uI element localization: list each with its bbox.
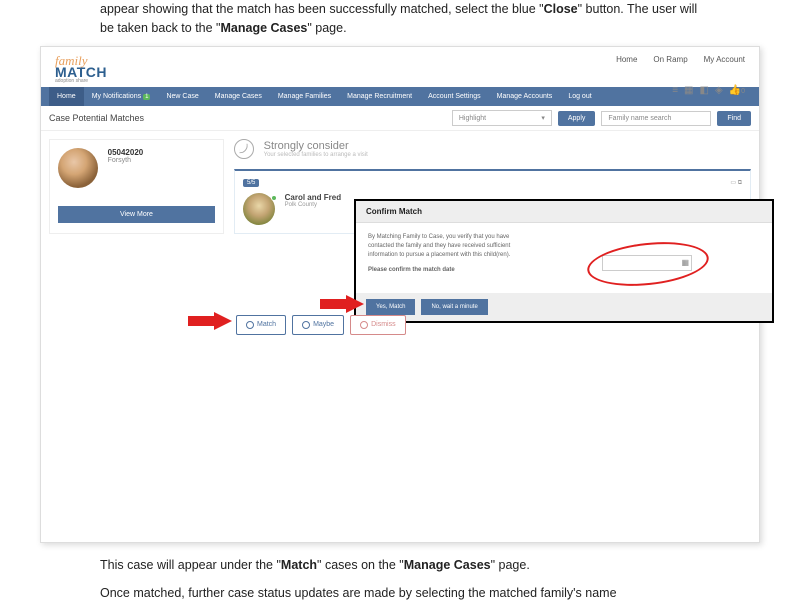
maybe-button[interactable]: Maybe bbox=[292, 315, 344, 335]
child-avatar bbox=[58, 148, 98, 188]
maybe-icon bbox=[302, 321, 310, 329]
filter-toolbar: Case Potential Matches Highlight▾ Apply … bbox=[41, 106, 759, 131]
main-panel: Strongly consider Your selected families… bbox=[234, 139, 751, 234]
calendar-icon: ▦ bbox=[681, 257, 689, 269]
logo: family MATCH adoption share bbox=[55, 55, 107, 84]
link-myaccount[interactable]: My Account bbox=[704, 55, 745, 64]
case-id: 05042020 bbox=[108, 148, 144, 157]
nav-accountsettings[interactable]: Account Settings bbox=[420, 87, 489, 106]
yes-match-button[interactable]: Yes, Match bbox=[366, 299, 415, 315]
main-navbar: Home My Notifications1 New Case Manage C… bbox=[41, 87, 759, 106]
action-row: Match Maybe Dismiss bbox=[236, 315, 406, 335]
annotation-arrow-icon bbox=[188, 312, 232, 330]
view-icons: ≡ ▦ ◧ ◈ 👍0 bbox=[672, 85, 745, 96]
match-icon bbox=[246, 321, 254, 329]
card-icon[interactable]: ◧ bbox=[699, 85, 708, 96]
dismiss-button[interactable]: Dismiss bbox=[350, 315, 406, 335]
find-button[interactable]: Find bbox=[717, 111, 751, 126]
doc-intro-text: appear showing that the match has been s… bbox=[0, 0, 800, 46]
app-screenshot: family MATCH adoption share Home On Ramp… bbox=[40, 46, 760, 544]
doc-bottom-text: This case will appear under the "Match" … bbox=[0, 555, 800, 603]
nav-managecases[interactable]: Manage Cases bbox=[207, 87, 270, 106]
link-onramp[interactable]: On Ramp bbox=[653, 55, 687, 64]
chevron-down-icon: ▾ bbox=[541, 114, 545, 122]
nav-home[interactable]: Home bbox=[49, 87, 84, 106]
family-search-input[interactable]: Family name search bbox=[601, 111, 711, 126]
app-header: family MATCH adoption share Home On Ramp… bbox=[41, 47, 759, 88]
case-location: Forsyth bbox=[108, 157, 144, 164]
nav-logout[interactable]: Log out bbox=[560, 87, 599, 106]
notification-badge: 1 bbox=[143, 94, 150, 100]
dismiss-icon bbox=[360, 321, 368, 329]
case-card: 05042020 Forsyth View More bbox=[49, 139, 224, 234]
modal-text-2: Please confirm the match date bbox=[368, 266, 528, 275]
match-button[interactable]: Match bbox=[236, 315, 286, 335]
grid-icon[interactable]: ▦ bbox=[684, 85, 693, 96]
confirm-match-modal: Confirm Match By Matching Family to Case… bbox=[354, 199, 774, 323]
family-avatar bbox=[243, 193, 275, 225]
no-wait-button[interactable]: No, wait a minute bbox=[421, 299, 487, 315]
list-icon[interactable]: ≡ bbox=[672, 85, 678, 96]
strongly-title: Strongly consider bbox=[264, 140, 368, 152]
phone-icon bbox=[234, 139, 254, 159]
nav-manageaccounts[interactable]: Manage Accounts bbox=[489, 87, 561, 106]
modal-text-1: By Matching Family to Case, you verify t… bbox=[368, 233, 528, 260]
logo-bottom: MATCH bbox=[55, 66, 107, 79]
family-location: Polk County bbox=[285, 202, 341, 208]
top-nav-links: Home On Ramp My Account bbox=[616, 55, 745, 64]
online-dot-icon bbox=[271, 195, 277, 201]
view-more-button[interactable]: View More bbox=[58, 206, 215, 223]
nav-recruitment[interactable]: Manage Recruitment bbox=[339, 87, 420, 106]
strongly-sub: Your selected families to arrange a visi… bbox=[264, 152, 368, 158]
modal-footer: Yes, Match No, wait a minute bbox=[356, 293, 772, 321]
card-icons: ▭ ⧉ bbox=[730, 179, 742, 187]
modal-title: Confirm Match bbox=[356, 201, 772, 223]
nav-managefamilies[interactable]: Manage Families bbox=[270, 87, 339, 106]
modal-body: By Matching Family to Case, you verify t… bbox=[356, 223, 772, 293]
layers-icon[interactable]: ◈ bbox=[715, 85, 723, 96]
family-name: Carol and Fred bbox=[285, 193, 341, 202]
nav-newcase[interactable]: New Case bbox=[158, 87, 206, 106]
link-home[interactable]: Home bbox=[616, 55, 637, 64]
content-row: 05042020 Forsyth View More Strongly cons… bbox=[41, 131, 759, 242]
match-score: 5/5 bbox=[243, 179, 259, 187]
match-date-input[interactable]: ▦ bbox=[602, 255, 692, 271]
apply-button[interactable]: Apply bbox=[558, 111, 596, 126]
page-title: Case Potential Matches bbox=[49, 113, 144, 123]
highlight-dropdown[interactable]: Highlight▾ bbox=[452, 110, 552, 126]
thumb-up-icon[interactable]: 👍0 bbox=[729, 85, 745, 96]
nav-notifications[interactable]: My Notifications1 bbox=[84, 87, 159, 106]
